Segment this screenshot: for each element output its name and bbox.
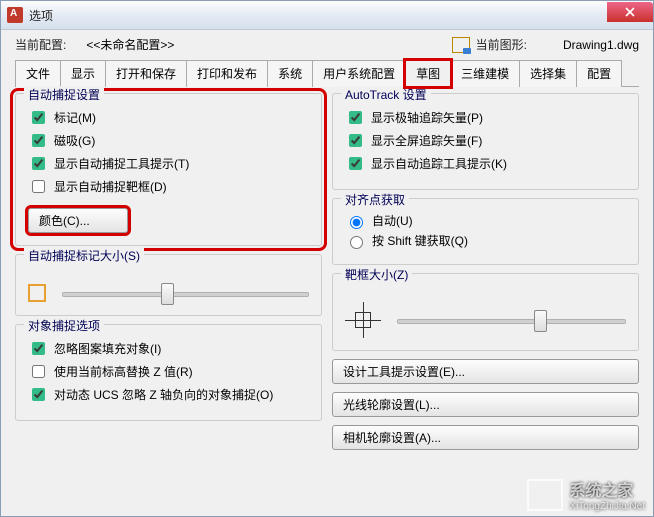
titlebar: 选项 [1, 1, 653, 30]
tab-3d[interactable]: 三维建模 [450, 60, 520, 87]
snap-tooltip-label: 显示自动捕捉工具提示(T) [54, 155, 189, 172]
panel: 自动捕捉设置 标记(M) 磁吸(G) 显示自动捕捉工具提示(T) 显示自动捕捉靶… [1, 87, 653, 456]
magnet-checkbox[interactable]: 磁吸(G) [28, 131, 309, 150]
slider-track [62, 292, 309, 297]
marker-label: 标记(M) [54, 109, 96, 126]
tab-drafting[interactable]: 草图 [405, 60, 451, 87]
alignment-group: 对齐点获取 自动(U) 按 Shift 键获取(Q) [332, 198, 639, 265]
design-tooltip-button[interactable]: 设计工具提示设置(E)... [332, 359, 639, 384]
tab-user-prefs[interactable]: 用户系统配置 [312, 60, 406, 87]
drawing-icon [452, 37, 470, 53]
profile-value: <<未命名配置>> [86, 36, 246, 53]
aperture-box-input[interactable] [32, 180, 45, 193]
track-tooltip-checkbox[interactable]: 显示自动追踪工具提示(K) [345, 154, 626, 173]
shift-radio-input[interactable] [350, 236, 363, 249]
tab-system[interactable]: 系统 [267, 60, 313, 87]
autosnap-group: 自动捕捉设置 标记(M) 磁吸(G) 显示自动捕捉工具提示(T) 显示自动捕捉靶… [15, 93, 322, 246]
ignore-hatch-label: 忽略图案填充对象(I) [54, 340, 161, 357]
snap-tooltip-input[interactable] [32, 157, 45, 170]
watermark-brand: 系统之家 [569, 477, 645, 501]
drawing-value: Drawing1.dwg [563, 38, 639, 52]
ignore-hatch-checkbox[interactable]: 忽略图案填充对象(I) [28, 339, 309, 358]
profile-label: 当前配置: [15, 36, 66, 53]
fullscreen-checkbox[interactable]: 显示全屏追踪矢量(F) [345, 131, 626, 150]
autosnap-title: 自动捕捉设置 [24, 86, 104, 103]
shift-radio[interactable]: 按 Shift 键获取(Q) [345, 232, 626, 249]
autotrack-group: AutoTrack 设置 显示极轴追踪矢量(P) 显示全屏追踪矢量(F) 显示自… [332, 93, 639, 190]
ignore-neg-z-input[interactable] [32, 388, 45, 401]
fullscreen-input[interactable] [349, 134, 362, 147]
aperture-box-checkbox[interactable]: 显示自动捕捉靶框(D) [28, 177, 309, 196]
slider-thumb[interactable] [534, 310, 547, 332]
polar-checkbox[interactable]: 显示极轴追踪矢量(P) [345, 108, 626, 127]
magnet-input[interactable] [32, 134, 45, 147]
polar-label: 显示极轴追踪矢量(P) [371, 109, 483, 126]
auto-radio-label: 自动(U) [372, 212, 413, 229]
app-icon [7, 7, 23, 23]
aperture-size-slider[interactable] [397, 310, 626, 330]
info-row: 当前配置: <<未命名配置>> 当前图形: Drawing1.dwg [1, 30, 653, 59]
shift-radio-label: 按 Shift 键获取(Q) [372, 232, 468, 249]
polar-input[interactable] [349, 111, 362, 124]
close-button[interactable] [607, 2, 653, 22]
ignore-neg-z-checkbox[interactable]: 对动态 UCS 忽略 Z 轴负向的对象捕捉(O) [28, 385, 309, 404]
snap-tooltip-checkbox[interactable]: 显示自动捕捉工具提示(T) [28, 154, 309, 173]
tab-display[interactable]: 显示 [60, 60, 106, 87]
alignment-title: 对齐点获取 [341, 191, 409, 208]
tab-plot[interactable]: 打印和发布 [186, 60, 268, 87]
marker-input[interactable] [32, 111, 45, 124]
track-tooltip-label: 显示自动追踪工具提示(K) [371, 155, 507, 172]
replace-z-input[interactable] [32, 365, 45, 378]
snap-options-title: 对象捕捉选项 [24, 317, 104, 334]
slider-track [397, 319, 626, 324]
marker-preview-icon [28, 284, 46, 302]
marker-size-slider[interactable] [62, 283, 309, 303]
magnet-label: 磁吸(G) [54, 132, 95, 149]
tab-open-save[interactable]: 打开和保存 [105, 60, 187, 87]
aperture-size-group: 靶框大小(Z) [332, 273, 639, 351]
tab-profiles[interactable]: 配置 [576, 60, 622, 87]
marker-checkbox[interactable]: 标记(M) [28, 108, 309, 127]
slider-thumb[interactable] [161, 283, 174, 305]
track-tooltip-input[interactable] [349, 157, 362, 170]
watermark-icon [527, 479, 563, 511]
colors-button[interactable]: 颜色(C)... [28, 208, 128, 233]
aperture-preview-icon [345, 302, 381, 338]
marker-size-title: 自动捕捉标记大小(S) [24, 247, 144, 264]
left-column: 自动捕捉设置 标记(M) 磁吸(G) 显示自动捕捉工具提示(T) 显示自动捕捉靶… [15, 93, 322, 450]
aperture-box-label: 显示自动捕捉靶框(D) [54, 178, 167, 195]
light-glyph-button[interactable]: 光线轮廓设置(L)... [332, 392, 639, 417]
camera-glyph-button[interactable]: 相机轮廓设置(A)... [332, 425, 639, 450]
watermark-url: XiTongZhiJia.Net [569, 501, 645, 512]
tabs: 文件 显示 打开和保存 打印和发布 系统 用户系统配置 草图 三维建模 选择集 … [15, 59, 639, 87]
snap-options-group: 对象捕捉选项 忽略图案填充对象(I) 使用当前标高替换 Z 值(R) 对动态 U… [15, 324, 322, 421]
auto-radio[interactable]: 自动(U) [345, 212, 626, 229]
ignore-neg-z-label: 对动态 UCS 忽略 Z 轴负向的对象捕捉(O) [54, 386, 273, 403]
window-title: 选项 [29, 7, 607, 24]
watermark: 系统之家 XiTongZhiJia.Net [527, 477, 645, 512]
drawing-label: 当前图形: [476, 36, 527, 53]
options-dialog: 选项 当前配置: <<未命名配置>> 当前图形: Drawing1.dwg 文件… [0, 0, 654, 517]
right-column: AutoTrack 设置 显示极轴追踪矢量(P) 显示全屏追踪矢量(F) 显示自… [332, 93, 639, 450]
auto-radio-input[interactable] [350, 216, 363, 229]
aperture-size-title: 靶框大小(Z) [341, 266, 412, 283]
replace-z-checkbox[interactable]: 使用当前标高替换 Z 值(R) [28, 362, 309, 381]
ignore-hatch-input[interactable] [32, 342, 45, 355]
tab-selection[interactable]: 选择集 [519, 60, 577, 87]
tab-file[interactable]: 文件 [15, 60, 61, 87]
replace-z-label: 使用当前标高替换 Z 值(R) [54, 363, 193, 380]
fullscreen-label: 显示全屏追踪矢量(F) [371, 132, 482, 149]
close-icon [625, 7, 635, 17]
autotrack-title: AutoTrack 设置 [341, 86, 431, 103]
marker-size-group: 自动捕捉标记大小(S) [15, 254, 322, 316]
